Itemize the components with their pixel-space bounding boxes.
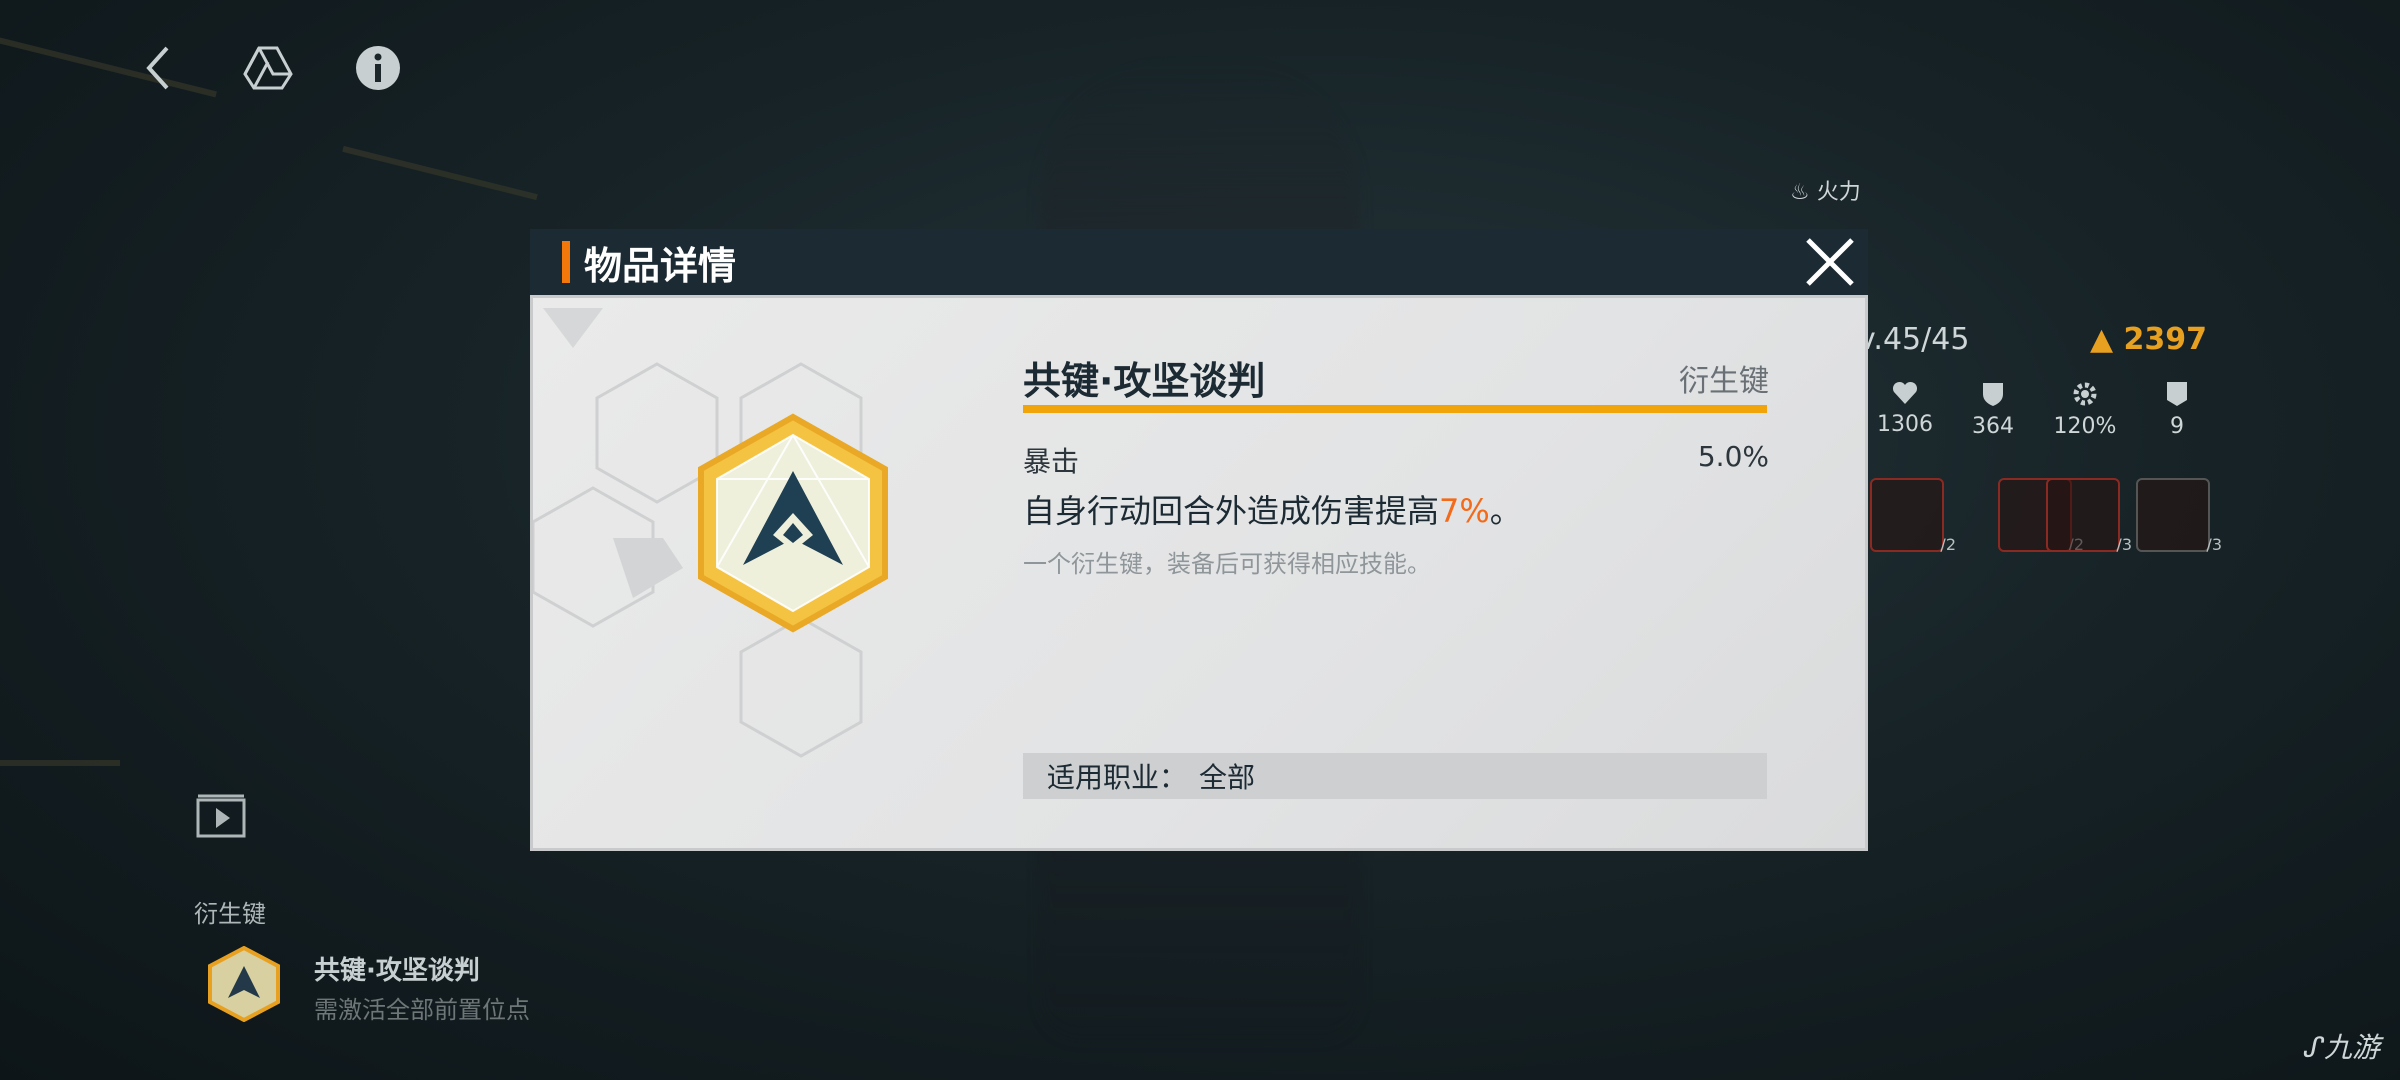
skill-slot[interactable]: /3 [2046, 478, 2132, 554]
power-row: ▲ 2397 [2090, 322, 2207, 357]
power-icon: ▲ [2090, 322, 2114, 357]
modal-header: 物品详情 [530, 229, 1868, 295]
skill-count: /2 [1940, 535, 1956, 554]
gear-icon [2073, 382, 2097, 406]
key-emblem-icon [698, 413, 888, 633]
left-item-hint: 需激活全部前置位点 [314, 996, 530, 1024]
triangle-logo-icon [243, 46, 293, 90]
left-item-name: 共键·攻坚谈判 [314, 956, 480, 986]
item-description: 一个衍生键，装备后可获得相应技能。 [1023, 550, 1431, 578]
fire-icon: ♨ [1790, 180, 1810, 205]
job-value: 全部 [1199, 761, 1256, 794]
chevron-left-icon [146, 46, 169, 90]
level-text: v.45/45 [1858, 322, 1970, 357]
stat-cost-value: 9 [2170, 414, 2184, 439]
left-item-emblem[interactable] [206, 945, 282, 1023]
video-icon [196, 794, 246, 838]
close-icon [1806, 238, 1854, 286]
power-value: 2397 [2123, 322, 2208, 357]
video-button[interactable] [196, 794, 246, 838]
left-section-label: 衍生键 [194, 900, 266, 928]
item-name: 共键·攻坚谈判 [1023, 359, 1266, 403]
heart-icon [1892, 381, 1918, 404]
stat-speed: 120% [2040, 380, 2130, 439]
class-label-row: ♨ 火力 [1790, 174, 1861, 206]
applicable-job-bar: 适用职业： 全部 [1023, 753, 1767, 799]
shield-icon [1983, 383, 2003, 406]
info-icon [356, 46, 400, 90]
skill-slot[interactable]: /2 [1870, 478, 1956, 554]
badge-icon [2167, 382, 2187, 406]
stat-value: 5.0% [1697, 440, 1769, 473]
skill-slot[interactable]: /3 [2136, 478, 2222, 554]
bg-stripe [342, 145, 538, 201]
effect-prefix: 自身行动回合外造成伤害提高 [1023, 492, 1440, 530]
watermark-text: 九游 [2323, 1031, 2380, 1064]
effect-text: 自身行动回合外造成伤害提高7%。 [1023, 486, 1522, 532]
modal-title: 物品详情 [584, 243, 737, 288]
job-text: 适用职业： 全部 [1035, 756, 1255, 796]
stat-hp-value: 1306 [1877, 412, 1933, 437]
stat-speed-value: 120% [2053, 414, 2117, 439]
stat-name: 暴击 [1023, 445, 1080, 478]
info-button[interactable] [350, 40, 406, 96]
stat-def-value: 364 [1972, 414, 2014, 439]
watermark-logo-icon: ᔑ [2304, 1031, 2324, 1064]
skill-count: /3 [2206, 535, 2222, 554]
bg-stripe [0, 760, 120, 766]
skill-count: /3 [2116, 535, 2132, 554]
watermark: ᔑ九游 [2304, 1026, 2380, 1066]
effect-suffix: 。 [1489, 492, 1522, 530]
item-type: 衍生键 [1679, 364, 1769, 399]
title-accent-bar [562, 241, 570, 283]
key-emblem-icon [208, 945, 280, 1023]
stat-hp: 1306 [1860, 380, 1950, 437]
job-label: 适用职业： [1047, 761, 1188, 794]
class-label: 火力 [1816, 180, 1861, 205]
item-detail-panel: 共键·攻坚谈判 衍生键 暴击 5.0% 自身行动回合外造成伤害提高7%。 一个衍… [530, 295, 1868, 851]
back-button[interactable] [130, 40, 186, 96]
stat-cost: 9 [2132, 380, 2222, 439]
drive-button[interactable] [240, 40, 296, 96]
effect-highlight: 7% [1439, 492, 1490, 530]
stat-def: 364 [1948, 380, 2038, 439]
name-underline [1023, 405, 1767, 413]
close-button[interactable] [1800, 232, 1860, 292]
